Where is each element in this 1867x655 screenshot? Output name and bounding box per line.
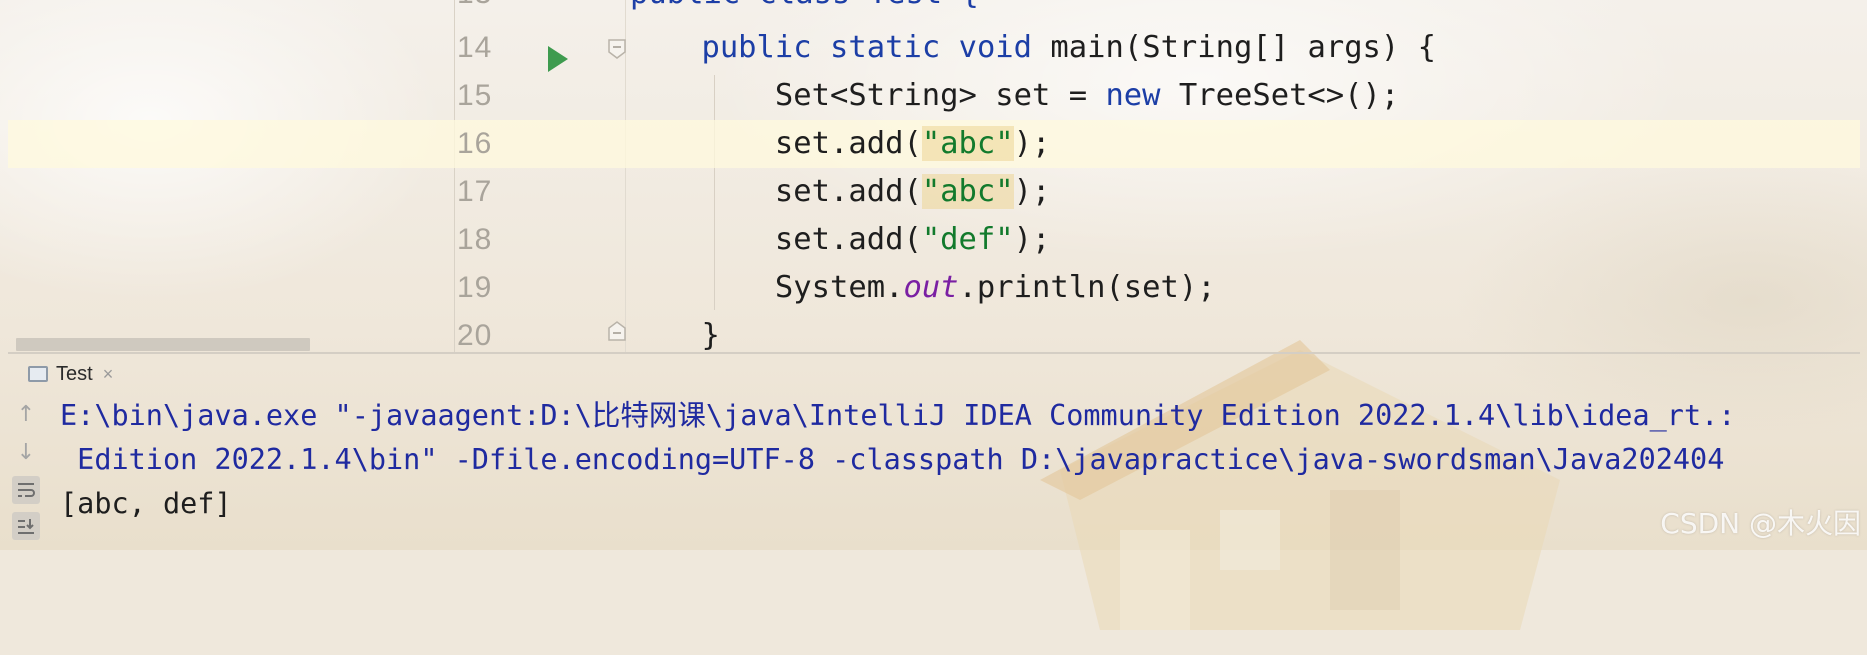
code-text: public static void main(String[] args) { <box>701 30 1437 65</box>
soft-wrap-glyph <box>18 483 35 497</box>
console-output-line: Edition 2022.1.4\bin" -Dfile.encoding=UT… <box>60 443 1725 476</box>
code-line-15: 15 Set<String> set = new TreeSet<>(); <box>8 72 1860 120</box>
code-text: Set<String> set = new TreeSet<>(); <box>628 78 1400 113</box>
line-number: 19 <box>457 271 493 304</box>
close-icon[interactable]: × <box>103 364 114 385</box>
line-number: 16 <box>457 127 493 160</box>
code-line-13: 13 public class Test { <box>8 0 1860 18</box>
line-number: 13 <box>457 0 517 18</box>
code-line-14: 14 public static void main(String[] args… <box>8 24 1860 72</box>
horizontal-scrollbar[interactable] <box>16 338 310 351</box>
fold-end-icon[interactable] <box>606 320 628 342</box>
code-text: System.out.println(set); <box>628 270 1216 305</box>
tab-label: Test <box>56 362 93 385</box>
code-line-16-current: 16 set.add("abc"); <box>8 120 1860 168</box>
console-window-icon <box>28 366 48 382</box>
console-output-line: E:\bin\java.exe "-javaagent:D:\比特网课\java… <box>60 399 1736 432</box>
line-number: 18 <box>457 223 493 256</box>
scroll-to-end-icon[interactable] <box>12 512 40 540</box>
scroll-to-end-glyph <box>18 519 34 534</box>
tab-test[interactable]: Test × <box>28 358 113 390</box>
code-text: set.add("def"); <box>628 222 1051 257</box>
line-number: 15 <box>457 79 493 112</box>
line-number: 14 <box>457 31 493 64</box>
line-number: 17 <box>457 175 493 208</box>
code-line-19: 19 System.out.println(set); <box>8 264 1860 312</box>
arrow-down-icon[interactable]: ↓ <box>12 438 40 466</box>
code-text: set.add("abc"); <box>628 174 1051 209</box>
fold-method-icon[interactable] <box>606 38 628 60</box>
code-line-17: 17 set.add("abc"); <box>8 168 1860 216</box>
run-main-icon[interactable] <box>548 46 568 72</box>
code-editor[interactable]: 13 public class Test { 14 public static … <box>8 0 1860 353</box>
arrow-up-icon[interactable]: ↑ <box>12 400 40 428</box>
csdn-watermark: CSDN @木火因 <box>1660 507 1861 540</box>
code-text: public class Test { <box>630 0 979 18</box>
soft-wrap-icon[interactable] <box>12 476 40 504</box>
run-console[interactable]: ↑ ↓ E:\bin\java.exe "-javaagent:D:\比特网课\… <box>8 392 1860 542</box>
code-text: set.add("abc"); <box>628 126 1051 161</box>
run-tab-bar: Test × <box>8 354 1860 392</box>
code-line-18: 18 set.add("def"); <box>8 216 1860 264</box>
console-program-output: [abc, def] <box>60 487 232 520</box>
